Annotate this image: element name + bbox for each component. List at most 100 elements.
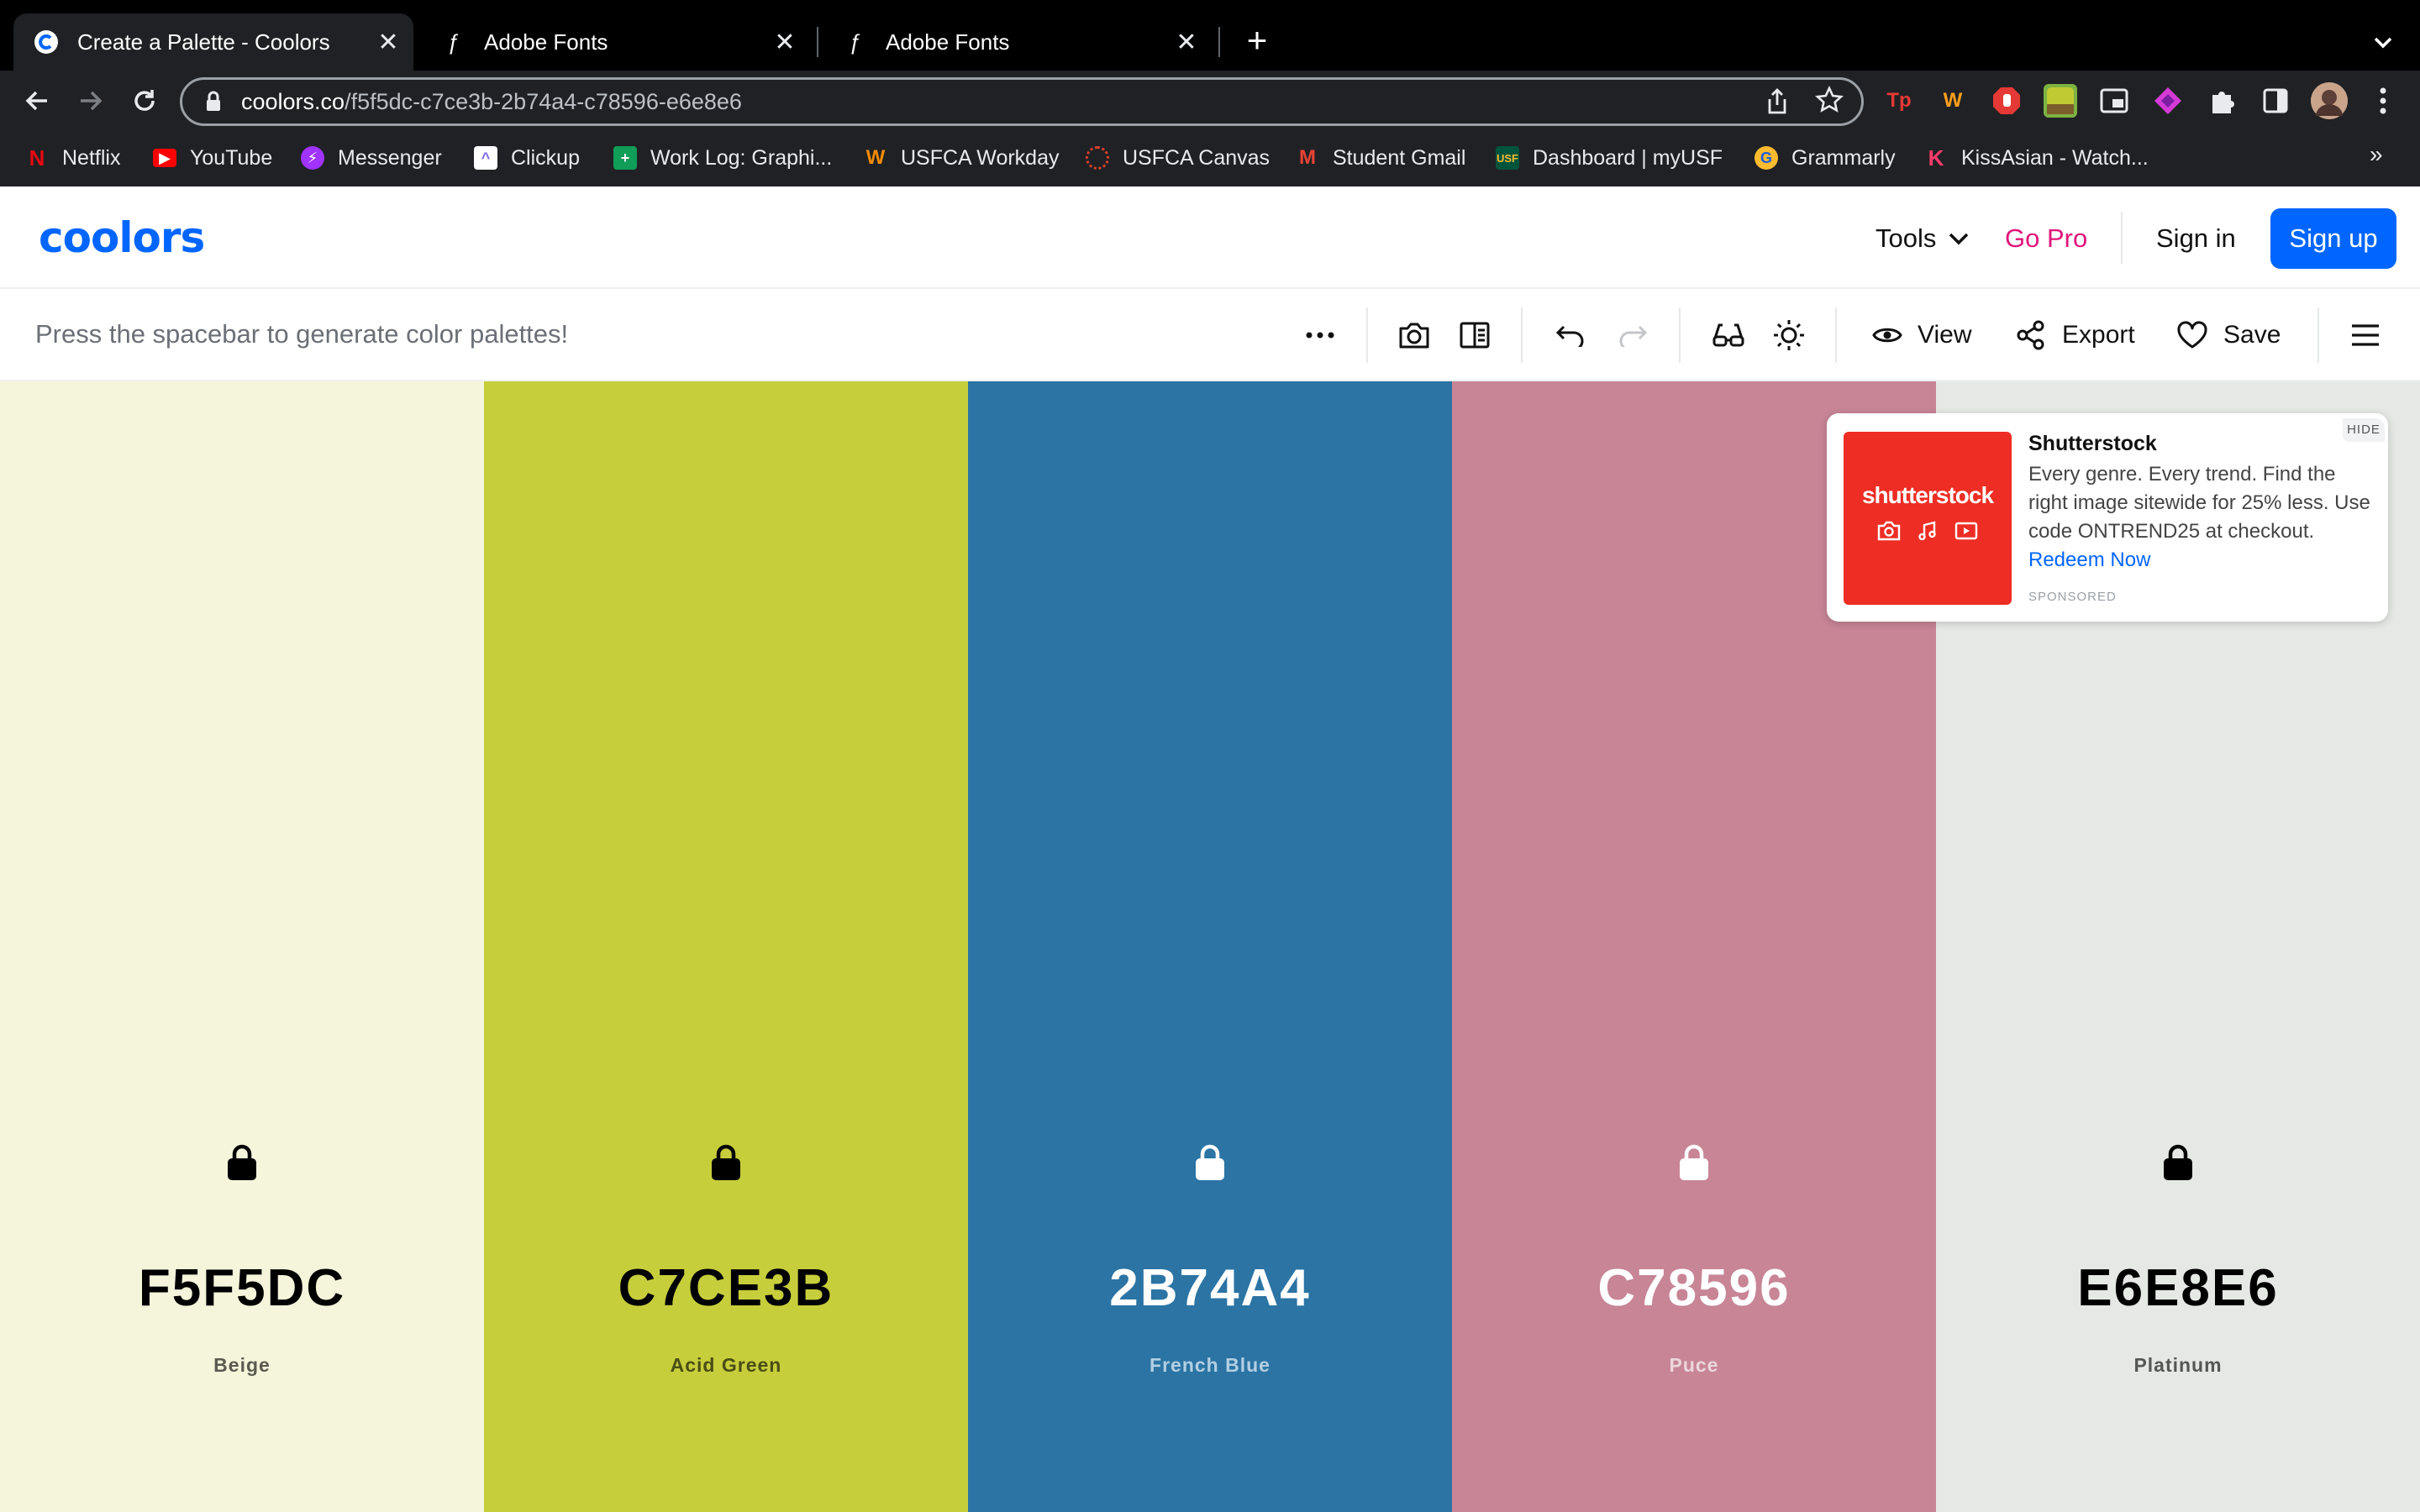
address-bar[interactable]: coolors.co/f5f5dc-c7ce3b-2b74a4-c78596-e…	[180, 77, 1864, 126]
bookmark-label: Messenger	[338, 145, 442, 170]
image-extension-icon[interactable]	[2044, 84, 2077, 118]
puzzle-extensions-icon[interactable]	[2205, 84, 2238, 118]
adobe-fonts-favicon-icon: ƒ	[848, 29, 861, 55]
color-name: French Blue	[1150, 1354, 1270, 1376]
sheets-icon: +	[613, 146, 637, 170]
bookmark-work-log[interactable]: + Work Log: Graphi...	[613, 143, 832, 173]
tools-menu[interactable]: Tools	[1876, 223, 1970, 254]
bookmark-messenger[interactable]: ⚡ Messenger	[301, 143, 442, 173]
go-pro-link[interactable]: Go Pro	[2005, 223, 2087, 254]
color-swatch[interactable]: 2B74A4 French Blue	[968, 381, 1452, 1512]
hide-ad-button[interactable]: HIDE	[2343, 418, 2385, 442]
sign-in-link[interactable]: Sign in	[2156, 223, 2236, 254]
adblock-extension-icon[interactable]	[1990, 84, 2023, 118]
hamburger-menu-icon[interactable]	[2346, 316, 2385, 354]
bookmark-myusf[interactable]: USF Dashboard | myUSF	[1496, 143, 1723, 173]
lock-icon[interactable]	[1677, 1142, 1711, 1181]
view-button[interactable]: View	[1872, 314, 1971, 356]
more-vertical-icon[interactable]	[2366, 84, 2400, 118]
lock-icon[interactable]	[2161, 1142, 2195, 1181]
url-host: coolors.co	[241, 88, 345, 114]
compare-layout-icon[interactable]	[1455, 316, 1494, 354]
color-name: Beige	[213, 1354, 271, 1376]
ad-body-text: Every genre. Every trend. Find the right…	[2028, 463, 2370, 543]
forward-arrow-icon[interactable]	[72, 82, 109, 119]
close-icon[interactable]: ✕	[373, 27, 403, 57]
side-panel-icon[interactable]	[2259, 84, 2292, 118]
sponsored-ad-card[interactable]: shutterstock HIDE Shutterstock Every gen…	[1827, 413, 2388, 622]
bookmark-label: USFCA Canvas	[1123, 145, 1270, 170]
close-icon[interactable]: ✕	[770, 27, 800, 57]
lock-icon[interactable]	[225, 1142, 259, 1181]
share-icon[interactable]	[1765, 87, 1793, 116]
grammarly-icon: G	[1754, 146, 1778, 170]
bookmark-clickup[interactable]: ^ Clickup	[474, 143, 580, 173]
browser-toolbar: coolors.co/f5f5dc-c7ce3b-2b74a4-c78596-e…	[0, 71, 2420, 131]
hex-code[interactable]: E6E8E6	[1936, 1258, 2420, 1318]
camera-icon[interactable]	[1395, 316, 1434, 354]
nav-divider	[2121, 212, 2123, 264]
undo-icon[interactable]	[1551, 316, 1590, 354]
color-swatch[interactable]: C7CE3B Acid Green	[484, 381, 968, 1512]
export-label: Export	[2062, 321, 2135, 349]
toolbar-divider	[1835, 307, 1837, 363]
hex-code[interactable]: F5F5DC	[0, 1258, 484, 1318]
redo-icon[interactable]	[1613, 316, 1652, 354]
browser-chrome: Create a Palette - Coolors ✕ ƒ Adobe Fon…	[0, 0, 2420, 186]
kissasian-icon: K	[1928, 144, 1944, 171]
bookmark-netflix[interactable]: N Netflix	[25, 143, 121, 173]
redeem-now-link[interactable]: Redeem Now	[2028, 549, 2150, 571]
w-extension-icon[interactable]: W	[1936, 84, 1970, 118]
bookmark-gmail[interactable]: M Student Gmail	[1296, 143, 1465, 173]
bookmark-kissasian[interactable]: K KissAsian - Watch...	[1924, 143, 2149, 173]
site-header: coolors Tools Go Pro Sign in Sign up	[0, 186, 2420, 289]
lock-icon[interactable]	[201, 89, 226, 114]
chevron-down-icon	[1949, 233, 1969, 245]
color-name: Platinum	[2133, 1354, 2223, 1376]
new-tab-button[interactable]: +	[1240, 23, 1274, 59]
hex-code[interactable]: C7CE3B	[484, 1258, 968, 1318]
sign-up-button[interactable]: Sign up	[2270, 208, 2396, 269]
more-horizontal-icon[interactable]	[1301, 316, 1339, 354]
bookmark-grammarly[interactable]: G Grammarly	[1754, 143, 1896, 173]
bookmarks-bar: N Netflix ▶ YouTube ⚡ Messenger ^ Clickup + W…	[0, 131, 2420, 186]
color-swatch[interactable]: F5F5DC Beige	[0, 381, 484, 1512]
adobe-fonts-favicon-icon: ƒ	[446, 29, 460, 55]
workday-icon: W	[865, 146, 886, 169]
color-blindness-glasses-icon[interactable]	[1709, 316, 1748, 354]
bookmark-label: Student Gmail	[1333, 145, 1466, 170]
back-arrow-icon[interactable]	[18, 82, 55, 119]
close-icon[interactable]: ✕	[1171, 27, 1202, 57]
tab-coolors[interactable]: Create a Palette - Coolors ✕	[13, 13, 413, 71]
chevron-down-icon[interactable]	[2368, 27, 2398, 57]
tp-extension-icon[interactable]: Tp	[1882, 84, 1916, 118]
lock-icon[interactable]	[709, 1142, 743, 1181]
diamond-extension-icon[interactable]	[2151, 84, 2185, 118]
tab-adobe-fonts-2[interactable]: ƒ Adobe Fonts ✕	[822, 13, 1212, 71]
gmail-icon: M	[1299, 146, 1316, 169]
tools-label: Tools	[1876, 223, 1937, 253]
save-button[interactable]: Save	[2176, 314, 2281, 356]
hex-code[interactable]: 2B74A4	[968, 1258, 1452, 1318]
bookmarks-overflow-button[interactable]: »	[2370, 141, 2383, 168]
ad-title[interactable]: Shutterstock	[2028, 432, 2157, 456]
bookmark-star-icon[interactable]	[1814, 85, 1844, 114]
bookmark-canvas[interactable]: USFCA Canvas	[1086, 143, 1270, 173]
shutterstock-ad-image[interactable]: shutterstock	[1844, 432, 2012, 605]
hex-code[interactable]: C78596	[1452, 1258, 1936, 1318]
lock-icon[interactable]	[1193, 1142, 1227, 1181]
url-text[interactable]: coolors.co/f5f5dc-c7ce3b-2b74a4-c78596-e…	[241, 89, 742, 115]
coolors-logo[interactable]: coolors	[39, 213, 205, 262]
profile-avatar[interactable]	[2311, 82, 2348, 119]
coolors-favicon-icon	[34, 29, 59, 55]
bookmark-youtube[interactable]: ▶ YouTube	[153, 143, 272, 173]
camera-icon	[1877, 521, 1901, 541]
tab-strip: Create a Palette - Coolors ✕ ƒ Adobe Fon…	[0, 0, 2420, 71]
reload-icon[interactable]	[126, 82, 163, 119]
tab-adobe-fonts-1[interactable]: ƒ Adobe Fonts ✕	[420, 13, 810, 71]
picture-in-picture-icon[interactable]	[2097, 84, 2131, 118]
video-play-icon	[1954, 522, 1978, 540]
brightness-sun-icon[interactable]	[1770, 316, 1808, 354]
export-button[interactable]: Export	[2015, 314, 2135, 356]
bookmark-workday[interactable]: W USFCA Workday	[864, 143, 1060, 173]
